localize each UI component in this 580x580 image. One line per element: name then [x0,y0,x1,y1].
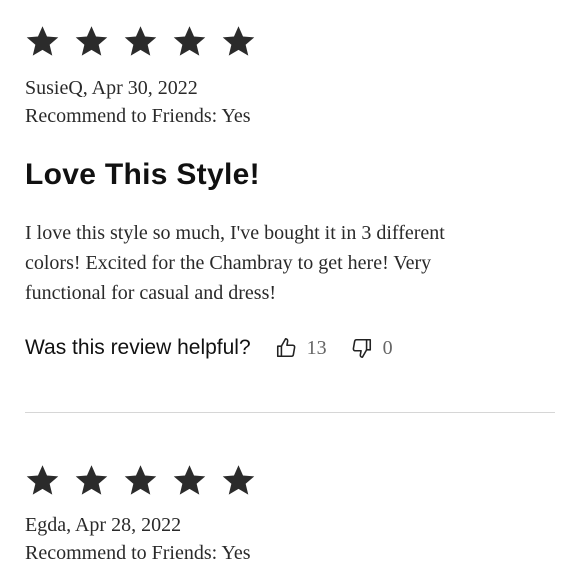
review-body-line: colors! Excited for the Chambray to get … [25,252,432,274]
helpful-yes-count: 13 [306,336,327,359]
helpful-yes-button[interactable]: 13 [275,337,327,360]
star-icon [74,24,109,59]
star-rating [25,22,555,60]
review-card: Egda, Apr 28, 2022 Recommend to Friends:… [25,413,555,567]
review-title: Love This Style! [25,158,260,191]
reviews-list: SusieQ, Apr 30, 2022 Recommend to Friend… [0,0,580,580]
review-body-line: I love this style so much, I've bought i… [25,222,445,244]
helpful-no-button[interactable]: 0 [351,337,393,360]
star-icon [172,24,207,59]
star-icon [123,463,158,498]
review-recommend: Recommend to Friends: Yes [25,105,251,127]
star-icon [221,463,256,498]
thumbs-up-icon [275,337,297,359]
review-author-date: Egda, Apr 28, 2022 [25,514,182,536]
helpful-label: Was this review helpful? [25,336,251,359]
review-recommend: Recommend to Friends: Yes [25,542,251,564]
review-card: SusieQ, Apr 30, 2022 Recommend to Friend… [25,0,555,413]
star-icon [172,463,207,498]
star-rating [25,461,555,499]
review-body: I love this style so much, I've bought i… [25,218,525,308]
thumbs-down-icon [351,337,373,359]
helpful-no-count: 0 [382,336,393,359]
star-icon [74,463,109,498]
star-icon [25,24,60,59]
star-icon [25,463,60,498]
star-icon [123,24,158,59]
helpful-row: Was this review helpful? 13 0 [25,332,555,364]
review-author-date: SusieQ, Apr 30, 2022 [25,77,198,99]
review-body-line: functional for casual and dress! [25,282,277,304]
star-icon [221,24,256,59]
